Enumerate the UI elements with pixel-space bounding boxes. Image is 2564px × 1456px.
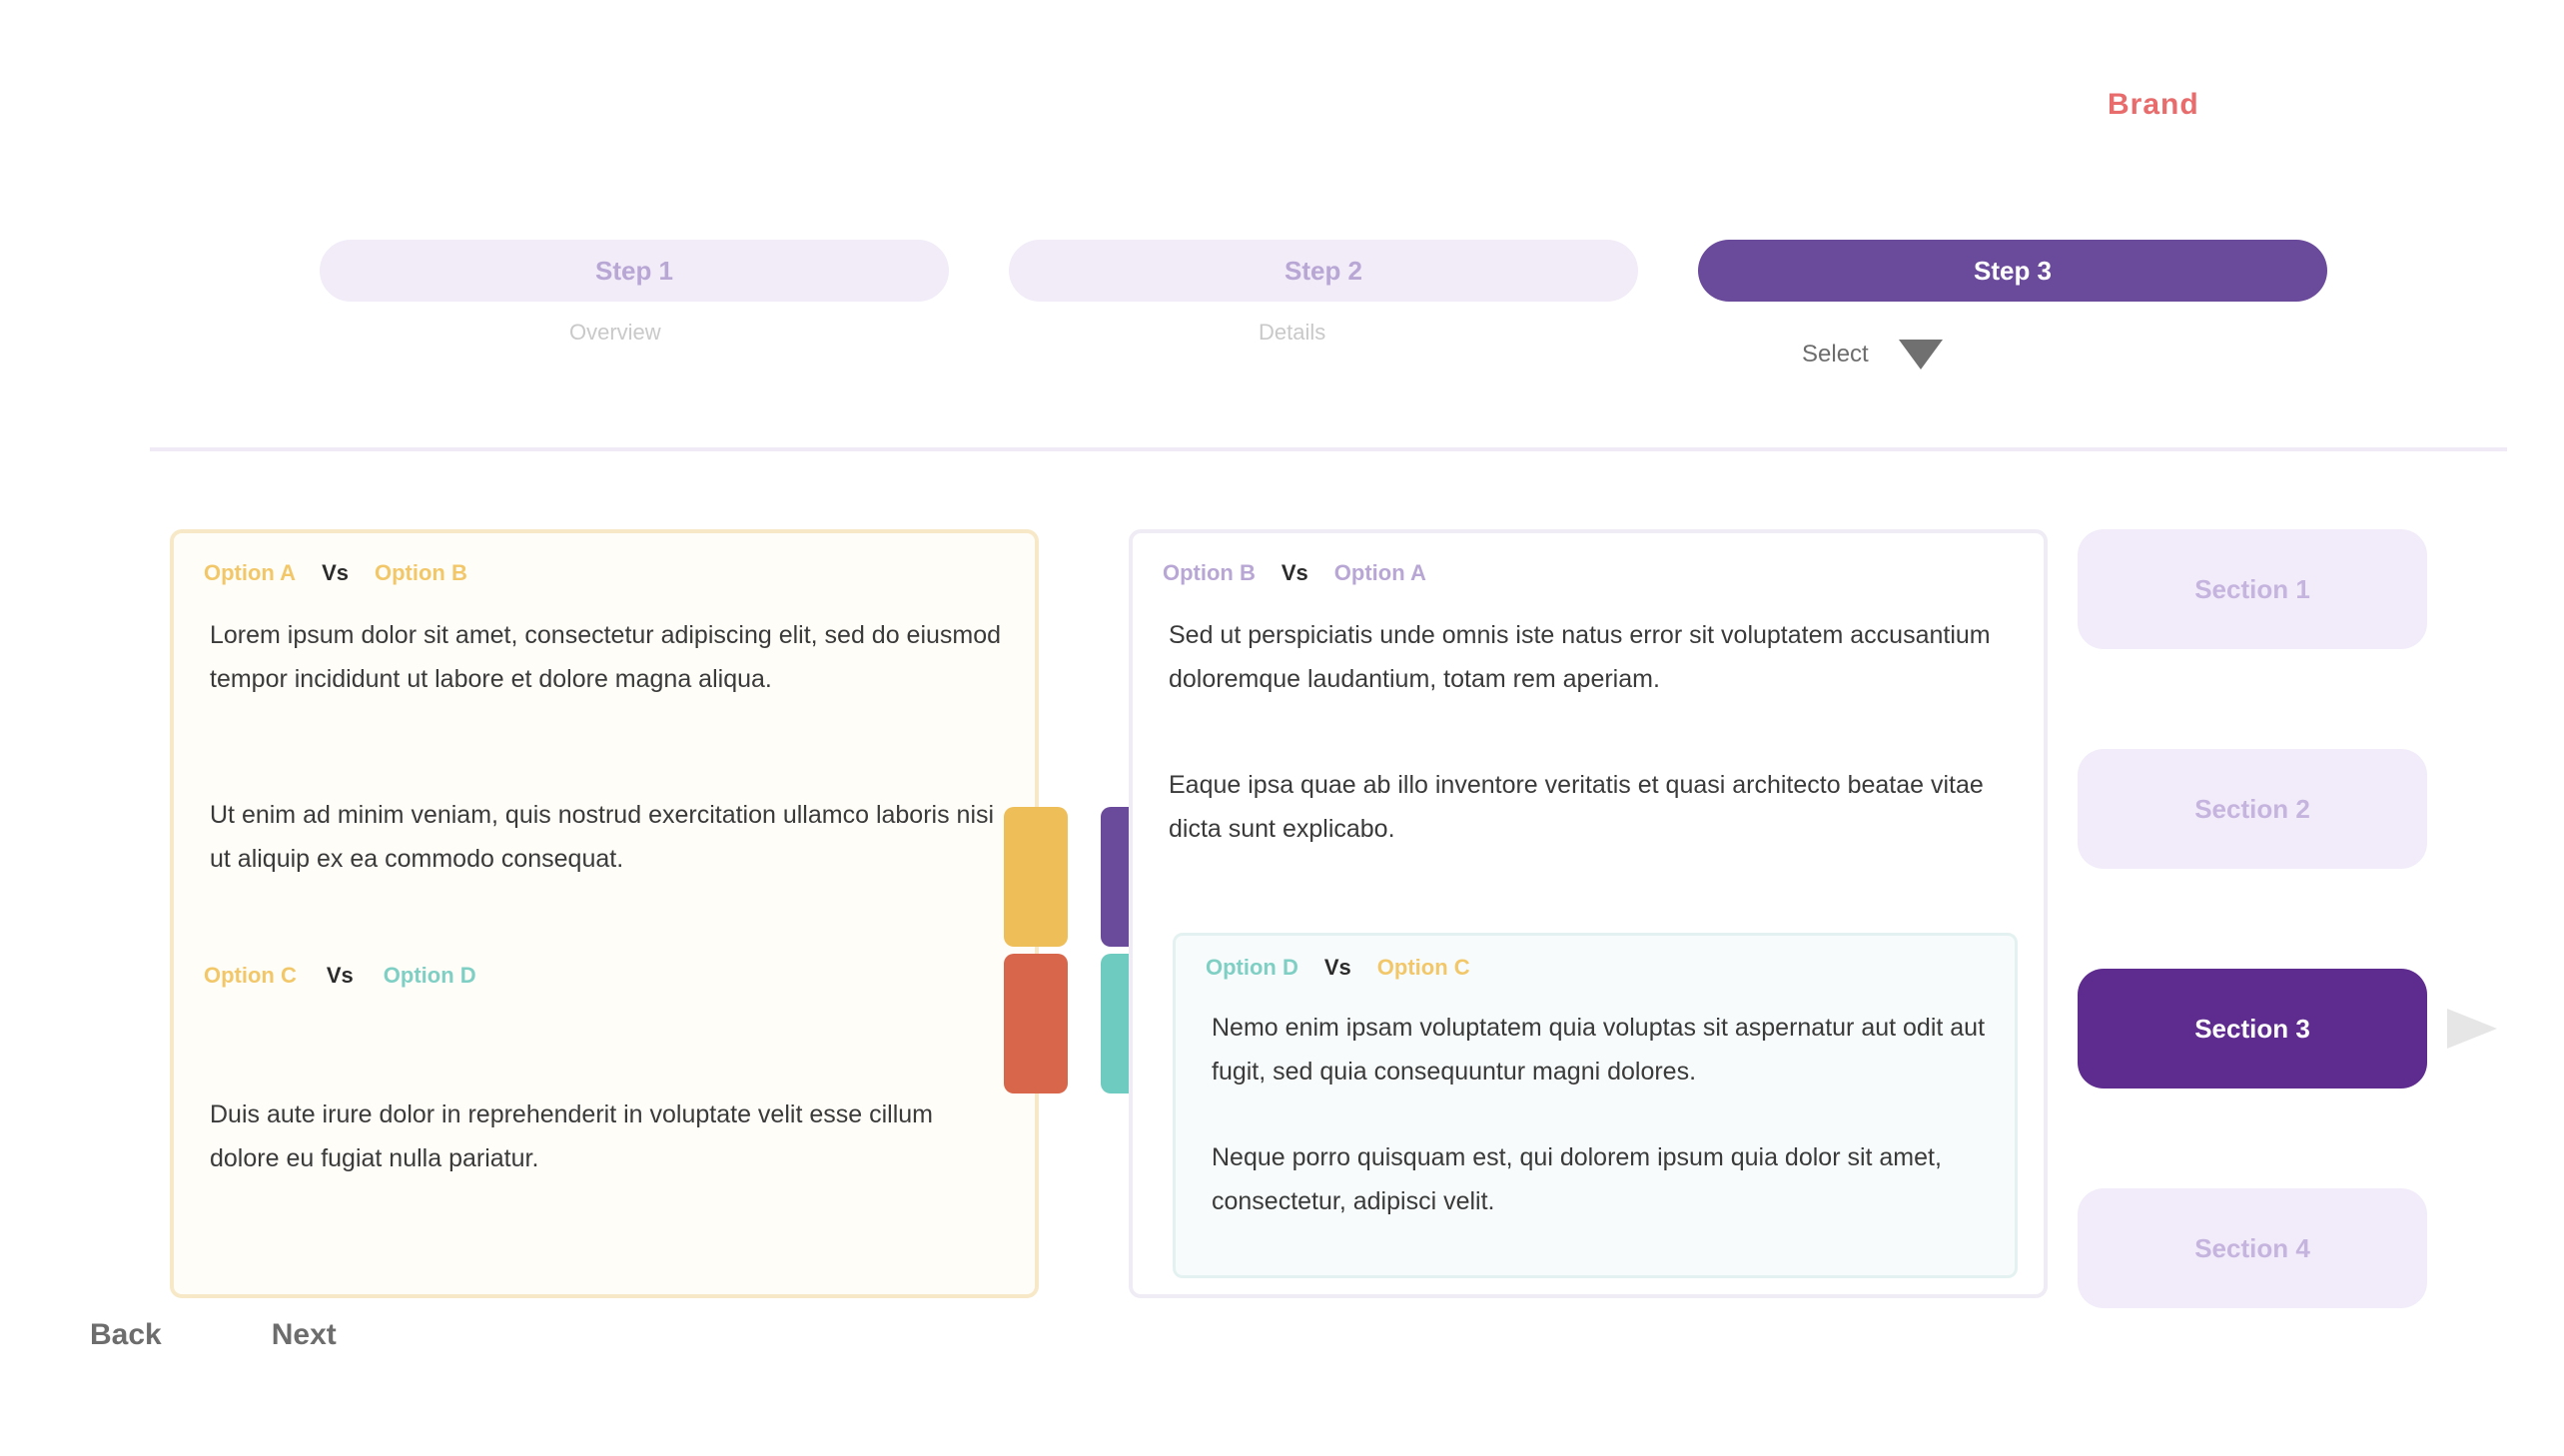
right-compare-card: Option B Vs Option A Sed ut perspiciatis… <box>1129 529 2048 1298</box>
step-tabs: Step 1 Step 2 Step 3 Overview Details <box>320 240 2337 345</box>
left-vs: Vs <box>322 560 349 585</box>
left-option-a: Option A <box>204 560 297 585</box>
side-section-3-label: Section 3 <box>2194 1013 2310 1044</box>
right-card-header: Option B Vs Option A <box>1163 555 1426 591</box>
left-section-header: Option C Vs Option D <box>204 963 476 989</box>
subcard-paragraph-1: Nemo enim ipsam voluptatem quia voluptas… <box>1212 1014 1986 1086</box>
subcard-header: Option D Vs Option C <box>1206 950 1470 986</box>
left-section-vs: Vs <box>326 963 354 988</box>
orange-block <box>1004 954 1068 1093</box>
left-compare-card: Option A Vs Option B Lorem ipsum dolor s… <box>170 529 1039 1298</box>
left-option-b: Option B <box>374 560 467 585</box>
tab-step-1[interactable]: Step 1 <box>320 240 949 302</box>
dropdown-label: Select <box>1802 341 1869 367</box>
sub-option-d: Option D <box>1206 955 1298 980</box>
sub-vs: Vs <box>1323 955 1351 980</box>
chevron-down-icon <box>1898 340 1943 369</box>
yellow-block <box>1004 807 1068 947</box>
back-button[interactable]: Back <box>90 1318 162 1352</box>
side-section-1[interactable]: Section 1 <box>2078 529 2427 649</box>
left-card-header: Option A Vs Option B <box>204 555 467 591</box>
side-section-2[interactable]: Section 2 <box>2078 749 2427 869</box>
left-option-d: Option D <box>383 963 476 988</box>
tab-step-3[interactable]: Step 3 <box>1698 240 2327 302</box>
left-paragraph-1: Lorem ipsum dolor sit amet, consectetur … <box>210 621 1002 693</box>
next-button[interactable]: Next <box>272 1318 337 1352</box>
pointer-arrow-icon <box>2447 1009 2497 1049</box>
compare-dropdown[interactable]: Select <box>1778 315 2141 394</box>
tab-step-1-sub: Overview <box>569 320 661 345</box>
right-option-a: Option A <box>1333 560 1426 585</box>
footer-nav: Back Next <box>90 1318 337 1352</box>
left-option-c: Option C <box>204 963 297 988</box>
side-section-4[interactable]: Section 4 <box>2078 1188 2427 1308</box>
left-paragraph-3: Duis aute irure dolor in reprehenderit i… <box>210 1100 933 1172</box>
side-section-3[interactable]: Section 3 <box>2078 969 2497 1089</box>
right-paragraph-2: Eaque ipsa quae ab illo inventore verita… <box>1169 771 1984 843</box>
right-vs: Vs <box>1281 560 1308 585</box>
right-option-b: Option B <box>1163 560 1256 585</box>
right-subcard: Option D Vs Option C Nemo enim ipsam vol… <box>1173 933 2018 1278</box>
tab-step-2[interactable]: Step 2 <box>1009 240 1638 302</box>
subcard-paragraph-2: Neque porro quisquam est, qui dolorem ip… <box>1212 1143 1942 1215</box>
right-paragraph-1: Sed ut perspiciatis unde omnis iste natu… <box>1169 621 1991 693</box>
sub-option-c: Option C <box>1376 955 1470 980</box>
left-paragraph-2: Ut enim ad minim veniam, quis nostrud ex… <box>210 801 995 873</box>
tab-step-2-sub: Details <box>1259 320 1326 345</box>
brand-logo: Brand <box>2108 88 2199 121</box>
divider <box>150 447 2507 451</box>
